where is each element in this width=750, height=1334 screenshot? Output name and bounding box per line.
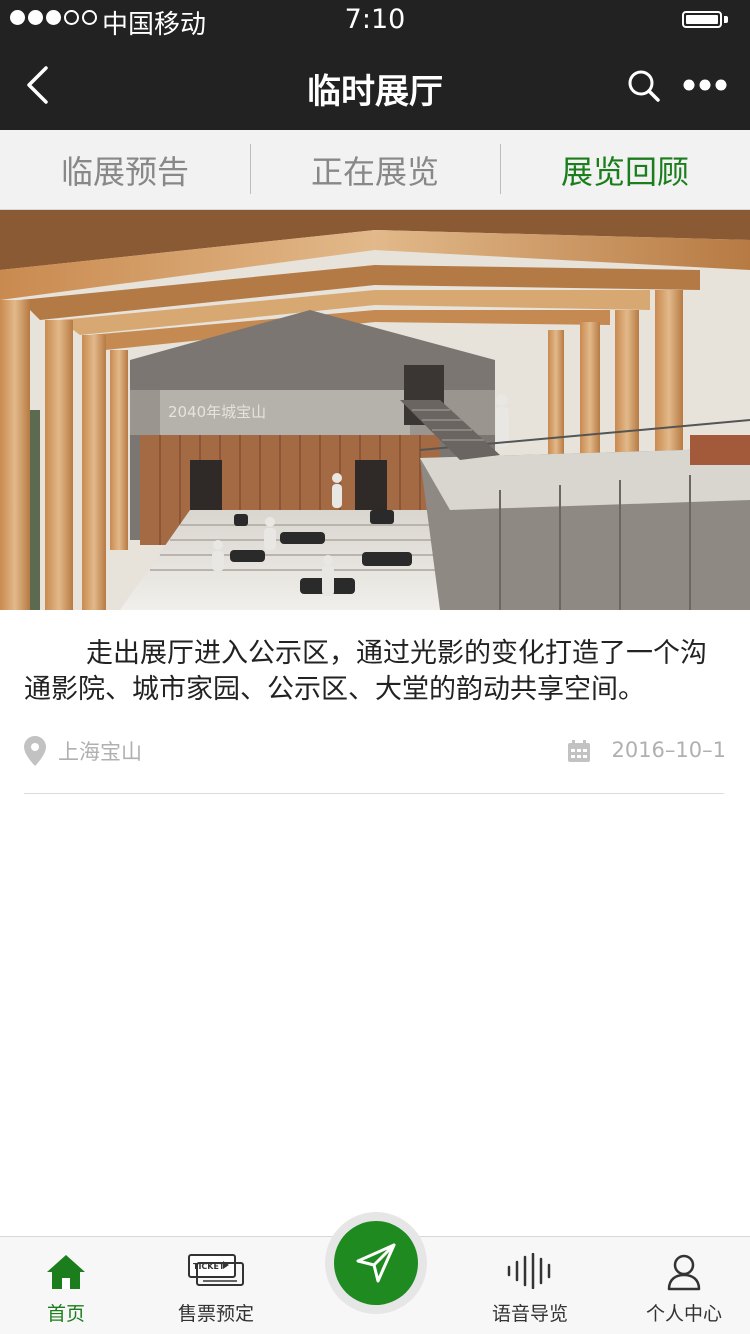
audio-wave-icon xyxy=(507,1253,551,1289)
search-icon[interactable] xyxy=(626,68,662,104)
hero-sign-text: 2040年城宝山 xyxy=(168,403,266,421)
tabbar-profile-label: 个人中心 xyxy=(645,1303,722,1325)
battery-cap xyxy=(724,16,728,23)
tab-upcoming[interactable]: 临展预告 xyxy=(0,130,250,209)
exhibition-location: 上海宝山 xyxy=(58,740,142,764)
tabbar-tickets[interactable]: TICKET 售票预定 xyxy=(141,1237,291,1334)
more-options-icon[interactable] xyxy=(682,74,728,96)
tabbar-profile[interactable]: 个人中心 xyxy=(609,1237,750,1334)
tabbar-home[interactable]: 首页 xyxy=(0,1237,141,1334)
exhibition-date: 2016–10–1 xyxy=(611,738,726,762)
content-divider xyxy=(24,793,724,794)
navigate-button[interactable] xyxy=(334,1221,418,1305)
ticket-icon: TICKET xyxy=(188,1254,244,1286)
status-time: 7:10 xyxy=(344,4,406,35)
tabbar-audio-guide-label: 语音导览 xyxy=(491,1303,568,1325)
exhibition-photo[interactable]: 2040年城宝山 xyxy=(0,210,750,610)
location-pin-icon xyxy=(24,736,46,766)
navigation-arrow-icon xyxy=(356,1243,396,1283)
tab-review[interactable]: 展览回顾 xyxy=(500,130,750,209)
tabbar-tickets-label: 售票预定 xyxy=(177,1303,254,1325)
home-icon xyxy=(47,1255,85,1289)
status-bar: 中国移动 7:10 xyxy=(0,0,750,40)
tabbar-home-label: 首页 xyxy=(46,1303,85,1325)
tabbar-audio-guide[interactable]: 语音导览 xyxy=(455,1237,605,1334)
navigation-bar: 临时展厅 xyxy=(0,40,750,130)
exhibition-tabs: 临展预告 正在展览 展览回顾 xyxy=(0,130,750,210)
battery-icon xyxy=(682,11,722,28)
user-icon xyxy=(667,1254,701,1291)
tab-current[interactable]: 正在展览 xyxy=(250,130,500,209)
calendar-icon xyxy=(568,740,590,762)
exhibition-description: 走出展厅进入公示区，通过光影的变化打造了一个沟通影院、城市家园、公示区、大堂的韵… xyxy=(24,638,707,705)
exhibition-meta: 上海宝山 2016–10–1 xyxy=(24,734,726,770)
